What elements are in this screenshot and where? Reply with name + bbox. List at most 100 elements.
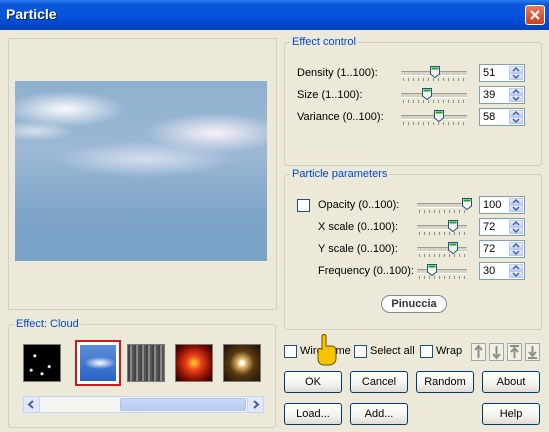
param-label: Size (1..100):	[297, 89, 363, 101]
move-bottom-button[interactable]	[525, 343, 540, 361]
param-slider[interactable]	[417, 242, 467, 258]
thumb-cloud-selected[interactable]	[75, 340, 121, 386]
particle-parameters-legend: Particle parameters	[292, 168, 388, 180]
order-buttons	[471, 343, 543, 361]
param-label: X scale (0..100):	[318, 221, 399, 233]
param-spinbox-arrows[interactable]	[509, 220, 523, 234]
param-spinbox-value: 30	[483, 265, 496, 277]
spin-up-icon[interactable]	[509, 66, 523, 73]
cloud-preview-image	[15, 81, 267, 261]
slider-thumb[interactable]	[448, 242, 458, 254]
param-slider[interactable]	[417, 264, 467, 280]
thumb-rain[interactable]	[127, 344, 165, 382]
param-spinbox-arrows[interactable]	[509, 198, 523, 212]
arrow-bottom-icon	[528, 346, 537, 359]
param-spinbox-arrows[interactable]	[509, 66, 523, 80]
spin-down-icon[interactable]	[509, 271, 523, 278]
preview-panel	[8, 38, 277, 310]
param-slider[interactable]	[401, 66, 467, 82]
param-spinbox-arrows[interactable]	[509, 264, 523, 278]
arrow-down-icon	[492, 346, 501, 360]
param-spinbox-value: 72	[483, 243, 496, 255]
thumb-fire[interactable]	[175, 344, 213, 382]
effect-control-row: Size (1..100): 39	[285, 86, 541, 106]
cancel-button[interactable]: Cancel	[350, 371, 408, 393]
effect-control-row: Density (1..100): 51	[285, 64, 541, 84]
param-spinbox[interactable]: 39	[479, 86, 525, 104]
scroll-left-button[interactable]	[24, 397, 40, 412]
help-button[interactable]: Help	[482, 403, 540, 425]
wrap-label: Wrap	[436, 345, 463, 357]
thumbnail-scrollbar[interactable]	[23, 396, 264, 413]
effect-control-row: Variance (0..100): 58	[285, 108, 541, 128]
spin-up-icon[interactable]	[509, 88, 523, 95]
spin-up-icon[interactable]	[509, 110, 523, 117]
scroll-thumb[interactable]	[120, 398, 246, 411]
thumb-sparkle[interactable]	[223, 344, 261, 382]
select-all-checkbox[interactable]	[354, 345, 367, 358]
param-spinbox[interactable]: 30	[479, 262, 525, 280]
param-spinbox-arrows[interactable]	[509, 110, 523, 124]
param-spinbox[interactable]: 72	[479, 240, 525, 258]
title-bar[interactable]: Particle	[0, 0, 549, 30]
spin-down-icon[interactable]	[509, 117, 523, 124]
spin-up-icon[interactable]	[509, 198, 523, 205]
spin-down-icon[interactable]	[509, 95, 523, 102]
param-spinbox[interactable]: 72	[479, 218, 525, 236]
param-spinbox-value: 39	[483, 89, 496, 101]
spin-down-icon[interactable]	[509, 73, 523, 80]
slider-thumb[interactable]	[448, 220, 458, 232]
close-button[interactable]	[525, 5, 545, 25]
param-spinbox-arrows[interactable]	[509, 88, 523, 102]
param-slider[interactable]	[417, 220, 467, 236]
param-spinbox-value: 58	[483, 111, 496, 123]
spin-up-icon[interactable]	[509, 264, 523, 271]
spin-down-icon[interactable]	[509, 205, 523, 212]
random-button[interactable]: Random	[416, 371, 474, 393]
wireframe-checkbox[interactable]	[284, 345, 297, 358]
param-spinbox[interactable]: 58	[479, 108, 525, 126]
param-spinbox-arrows[interactable]	[509, 242, 523, 256]
spin-down-icon[interactable]	[509, 227, 523, 234]
move-down-button[interactable]	[489, 343, 504, 361]
param-label: Density (1..100):	[297, 67, 378, 79]
particle-parameters-row: Y scale (0..100): 72	[285, 240, 541, 260]
particle-parameters-row: X scale (0..100): 72	[285, 218, 541, 238]
slider-thumb[interactable]	[462, 198, 472, 210]
chevron-right-icon	[253, 400, 260, 409]
param-spinbox-value: 51	[483, 67, 496, 79]
scroll-right-button[interactable]	[247, 397, 263, 412]
wrap-checkbox[interactable]	[420, 345, 433, 358]
about-button[interactable]: About	[482, 371, 540, 393]
param-slider[interactable]	[401, 110, 467, 126]
load-button[interactable]: Load...	[284, 403, 342, 425]
param-slider[interactable]	[417, 198, 472, 214]
move-up-button[interactable]	[471, 343, 486, 361]
param-label: Opacity (0..100):	[318, 199, 400, 211]
effect-control-legend: Effect control	[292, 36, 356, 48]
slider-thumb[interactable]	[429, 66, 440, 78]
slider-thumb[interactable]	[434, 110, 445, 122]
add-button[interactable]: Add...	[350, 403, 408, 425]
move-top-button[interactable]	[507, 343, 522, 361]
param-label: Y scale (0..100):	[318, 243, 398, 255]
effect-thumbnails	[17, 340, 261, 386]
chevron-left-icon	[27, 400, 34, 409]
param-spinbox[interactable]: 51	[479, 64, 525, 82]
particle-parameters-row: Frequency (0..100): 30	[285, 262, 541, 282]
slider-thumb[interactable]	[421, 88, 432, 100]
param-slider[interactable]	[401, 88, 467, 104]
thumb-stars[interactable]	[23, 344, 61, 382]
spin-up-icon[interactable]	[509, 220, 523, 227]
slider-thumb[interactable]	[427, 264, 437, 276]
spin-up-icon[interactable]	[509, 242, 523, 249]
select-all-label: Select all	[370, 345, 415, 357]
particle-parameters-row: Opacity (0..100): 100	[285, 196, 541, 216]
effect-control-group: Effect control Density (1..100): 51 Size (…	[284, 36, 542, 166]
spin-down-icon[interactable]	[509, 249, 523, 256]
window-title: Particle	[6, 6, 57, 22]
param-spinbox[interactable]: 100	[479, 196, 525, 214]
ok-button[interactable]: OK	[284, 371, 342, 393]
opacity-checkbox[interactable]	[297, 199, 310, 212]
close-icon	[530, 10, 540, 20]
